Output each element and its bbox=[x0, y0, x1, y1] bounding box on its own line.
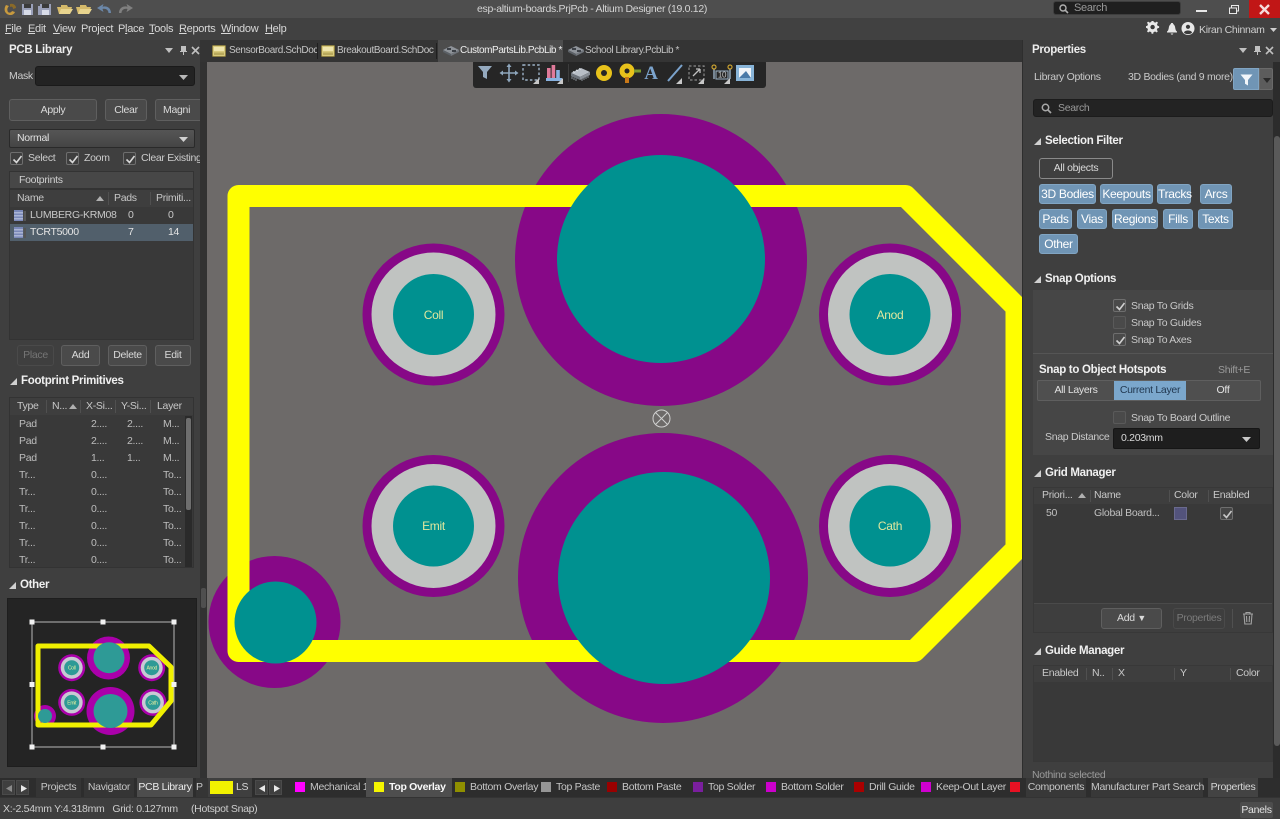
svg-text:Emit: Emit bbox=[422, 519, 446, 533]
svg-text:Cath: Cath bbox=[148, 700, 158, 706]
svg-text:Coll: Coll bbox=[424, 308, 443, 322]
svg-text:Coll: Coll bbox=[68, 666, 76, 672]
svg-text:Cath: Cath bbox=[878, 519, 902, 533]
svg-text:Anod: Anod bbox=[877, 308, 904, 322]
svg-text:Anod: Anod bbox=[146, 666, 157, 672]
svg-text:Emit: Emit bbox=[67, 700, 77, 706]
svg-text:10: 10 bbox=[718, 71, 727, 80]
svg-text:A: A bbox=[644, 63, 658, 84]
